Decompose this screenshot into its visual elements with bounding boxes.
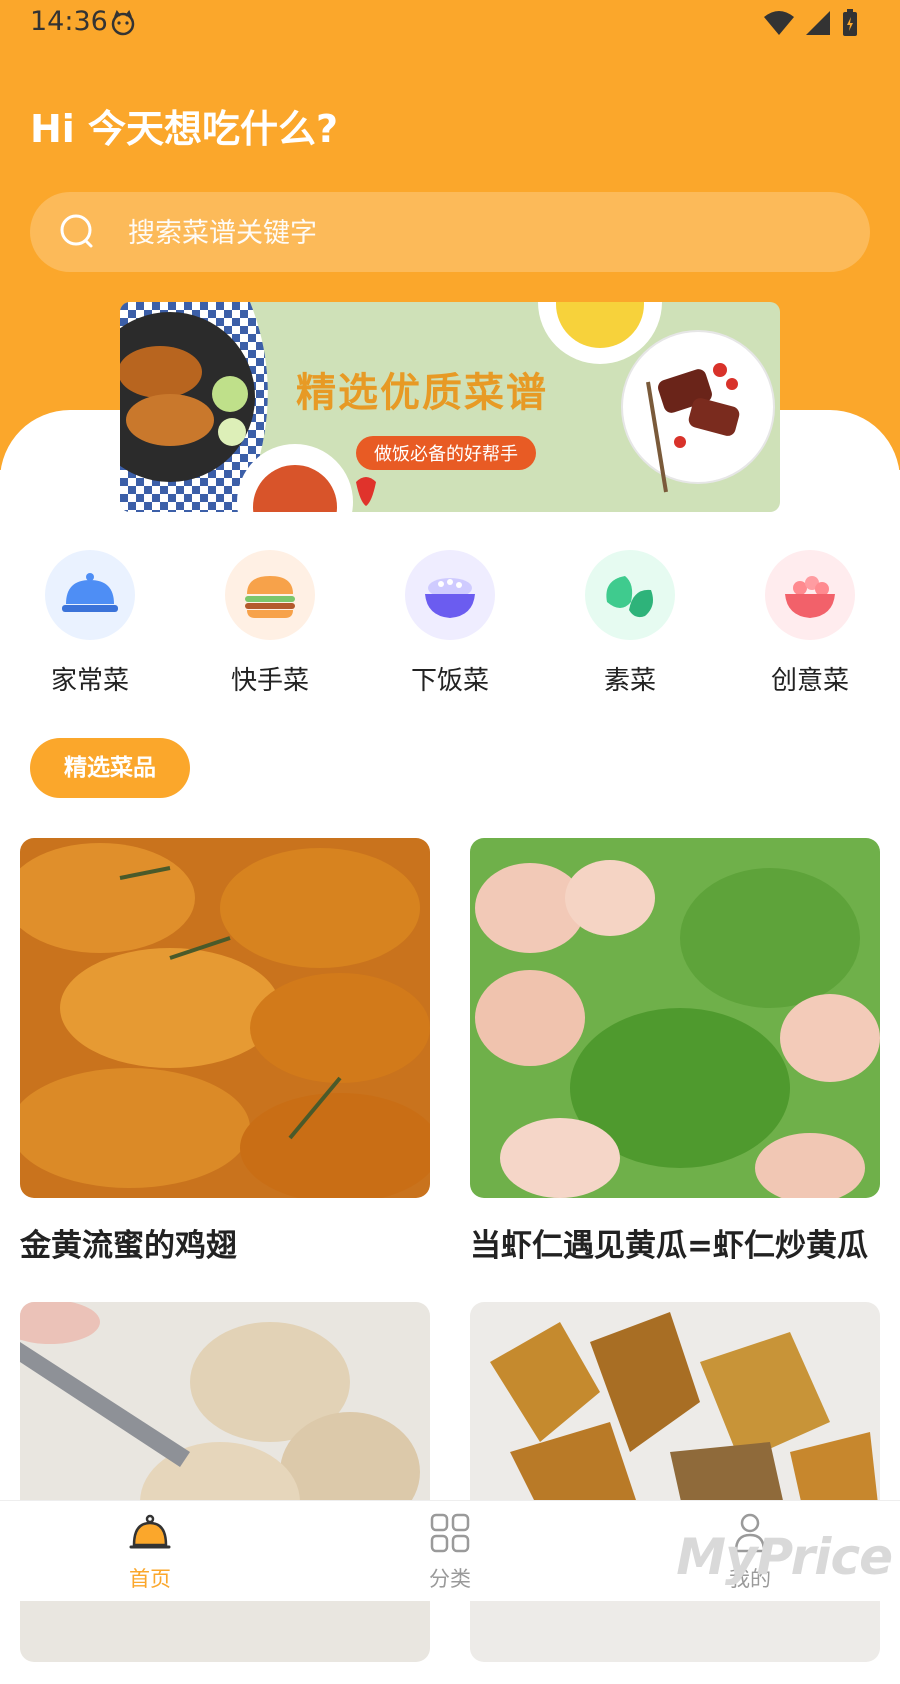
signal-icon bbox=[806, 11, 830, 35]
category-label: 下饭菜 bbox=[410, 666, 489, 696]
category-vegetable[interactable]: 素菜 bbox=[560, 550, 700, 697]
recipe-card[interactable] bbox=[470, 1302, 880, 1684]
status-bar: 14:36 bbox=[0, 0, 900, 46]
status-time: 14:36 bbox=[30, 6, 108, 37]
search-icon bbox=[60, 214, 93, 248]
battery-icon bbox=[843, 9, 857, 36]
section-featured-title: 精选菜品 bbox=[30, 738, 190, 798]
fried-food-image bbox=[470, 1302, 880, 1662]
category-label: 创意菜 bbox=[770, 666, 849, 696]
banner-subtitle: 做饭必备的好帮手 bbox=[356, 436, 536, 470]
wifi-icon bbox=[764, 11, 794, 35]
recipe-card[interactable]: 当虾仁遇见黄瓜=虾仁炒黄瓜 bbox=[470, 838, 880, 1265]
category-icon-circle bbox=[585, 550, 675, 640]
grid-icon bbox=[430, 1513, 470, 1553]
category-row: 家常菜 快手菜 下饭菜 素菜 创意菜 bbox=[0, 550, 900, 700]
home-cloche-icon bbox=[129, 1514, 171, 1549]
banner-title: 精选优质菜谱 bbox=[296, 370, 548, 416]
chicken-wings-image bbox=[20, 838, 430, 1198]
salad-icon bbox=[785, 576, 835, 618]
status-icons bbox=[762, 8, 860, 38]
category-icon-circle bbox=[225, 550, 315, 640]
category-label: 快手菜 bbox=[230, 666, 309, 696]
recipe-image bbox=[20, 1302, 430, 1662]
rice-bowl-icon bbox=[425, 578, 475, 618]
vegetable-icon bbox=[606, 576, 653, 618]
category-rice[interactable]: 下饭菜 bbox=[380, 550, 520, 697]
recipe-image bbox=[470, 838, 880, 1198]
category-label: 家常菜 bbox=[50, 666, 129, 696]
nav-home[interactable]: 首页 bbox=[70, 1511, 230, 1593]
nav-category[interactable]: 分类 bbox=[370, 1511, 530, 1593]
category-icon-circle bbox=[765, 550, 855, 640]
watermark-logo: MyPrice bbox=[676, 1528, 893, 1586]
category-icon-circle bbox=[45, 550, 135, 640]
dessert-image bbox=[20, 1302, 430, 1662]
burger-icon bbox=[245, 576, 295, 618]
recipe-image bbox=[470, 1302, 880, 1662]
category-quick[interactable]: 快手菜 bbox=[200, 550, 340, 697]
recipe-title: 当虾仁遇见黄瓜=虾仁炒黄瓜 bbox=[470, 1228, 868, 1264]
category-home-style[interactable]: 家常菜 bbox=[20, 550, 160, 697]
cloche-icon bbox=[62, 573, 118, 612]
recipe-card[interactable]: 金黄流蜜的鸡翅 bbox=[20, 838, 430, 1265]
shrimp-cucumber-image bbox=[470, 838, 880, 1198]
app-notification-icon bbox=[111, 10, 135, 36]
search-bar[interactable] bbox=[30, 192, 870, 274]
recipe-image bbox=[20, 838, 430, 1198]
promo-banner[interactable]: 精选优质菜谱 做饭必备的好帮手 bbox=[120, 302, 780, 512]
nav-label: 分类 bbox=[429, 1567, 471, 1591]
category-creative[interactable]: 创意菜 bbox=[740, 550, 880, 697]
recipe-card[interactable] bbox=[20, 1302, 430, 1684]
recipe-title: 金黄流蜜的鸡翅 bbox=[20, 1228, 237, 1264]
page-greeting: Hi 今天想吃什么? bbox=[30, 107, 339, 151]
nav-label: 首页 bbox=[129, 1567, 171, 1591]
search-input[interactable] bbox=[126, 192, 830, 274]
category-icon-circle bbox=[405, 550, 495, 640]
category-label: 素菜 bbox=[603, 666, 656, 696]
